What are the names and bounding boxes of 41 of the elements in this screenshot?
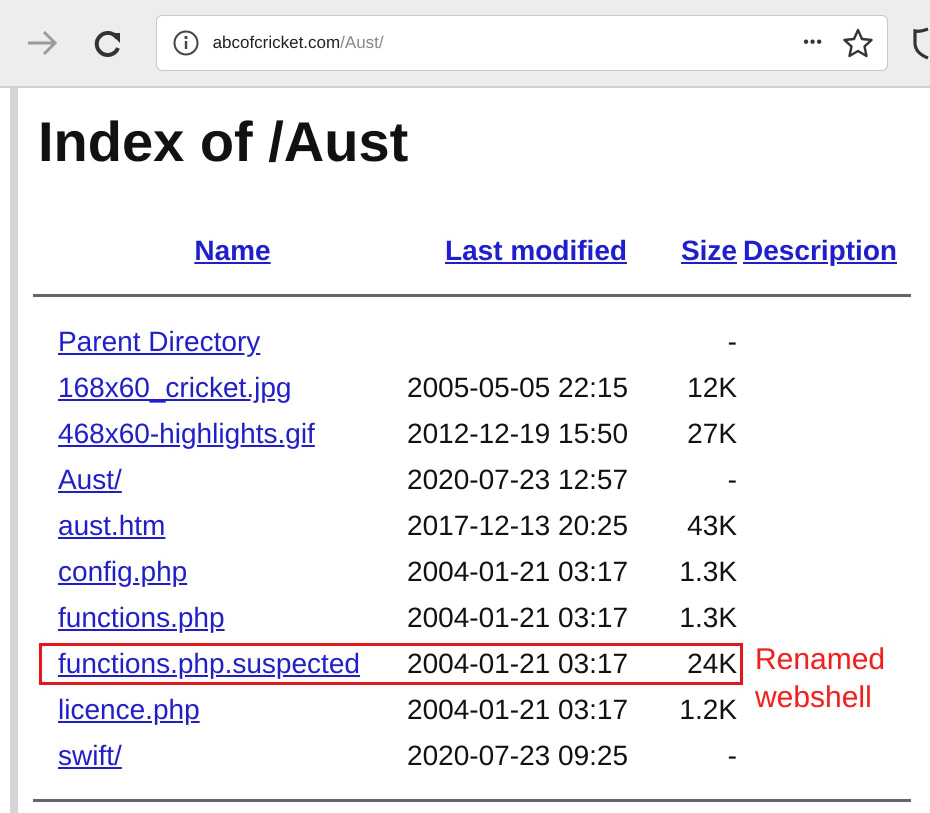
star-icon[interactable] (843, 28, 873, 58)
url-text: abcofcricket.com/Aust/ (212, 33, 385, 53)
file-size: - (728, 740, 737, 772)
file-size: 24K (687, 648, 737, 680)
modified-date: 2017-12-13 20:25 (407, 510, 630, 542)
file-link[interactable]: functions.php.suspected (58, 648, 360, 680)
page-heading: Index of /Aust (38, 109, 408, 175)
page-actions-button[interactable]: ••• (803, 34, 823, 52)
file-link[interactable]: swift/ (58, 740, 122, 772)
file-size: 1.3K (679, 556, 737, 588)
address-bar[interactable]: abcofcricket.com/Aust/ ••• (156, 15, 888, 71)
info-icon[interactable] (172, 30, 199, 56)
column-header-link[interactable]: Description (737, 235, 898, 267)
file-size: 27K (687, 418, 737, 450)
column-header-link[interactable]: Last modified (444, 235, 627, 267)
file-size: 1.2K (679, 694, 737, 726)
modified-date: 2012-12-19 15:50 (407, 418, 630, 450)
file-size: - (728, 326, 737, 358)
file-size: - (728, 464, 737, 496)
file-link[interactable]: Aust/ (58, 464, 122, 496)
file-link[interactable]: licence.php (58, 694, 200, 726)
modified-date: 2004-01-21 03:17 (407, 602, 630, 634)
annotation-text: Renamed webshell (755, 642, 886, 716)
modified-date: 2020-07-23 12:57 (407, 464, 630, 496)
shield-icon[interactable] (912, 26, 930, 60)
file-link[interactable]: aust.htm (58, 510, 166, 542)
file-link[interactable]: 468x60-highlights.gif (58, 418, 315, 450)
modified-date: 2004-01-21 03:17 (407, 648, 630, 680)
modified-date: 2005-05-05 22:15 (407, 372, 630, 404)
file-link[interactable]: Parent Directory (58, 326, 260, 358)
column-header-link[interactable]: Size (680, 235, 737, 267)
file-size: 1.3K (679, 602, 737, 634)
file-link[interactable]: functions.php (58, 602, 225, 634)
modified-date: 2004-01-21 03:17 (407, 694, 630, 726)
modified-date: 2020-07-23 09:25 (407, 740, 630, 772)
modified-date: 2004-01-21 03:17 (407, 556, 630, 588)
file-size: 43K (687, 510, 737, 542)
file-size: 12K (687, 372, 737, 404)
file-link[interactable]: 168x60_cricket.jpg (58, 372, 292, 404)
file-link[interactable]: config.php (58, 556, 188, 588)
column-header-link[interactable]: Name (194, 235, 271, 267)
